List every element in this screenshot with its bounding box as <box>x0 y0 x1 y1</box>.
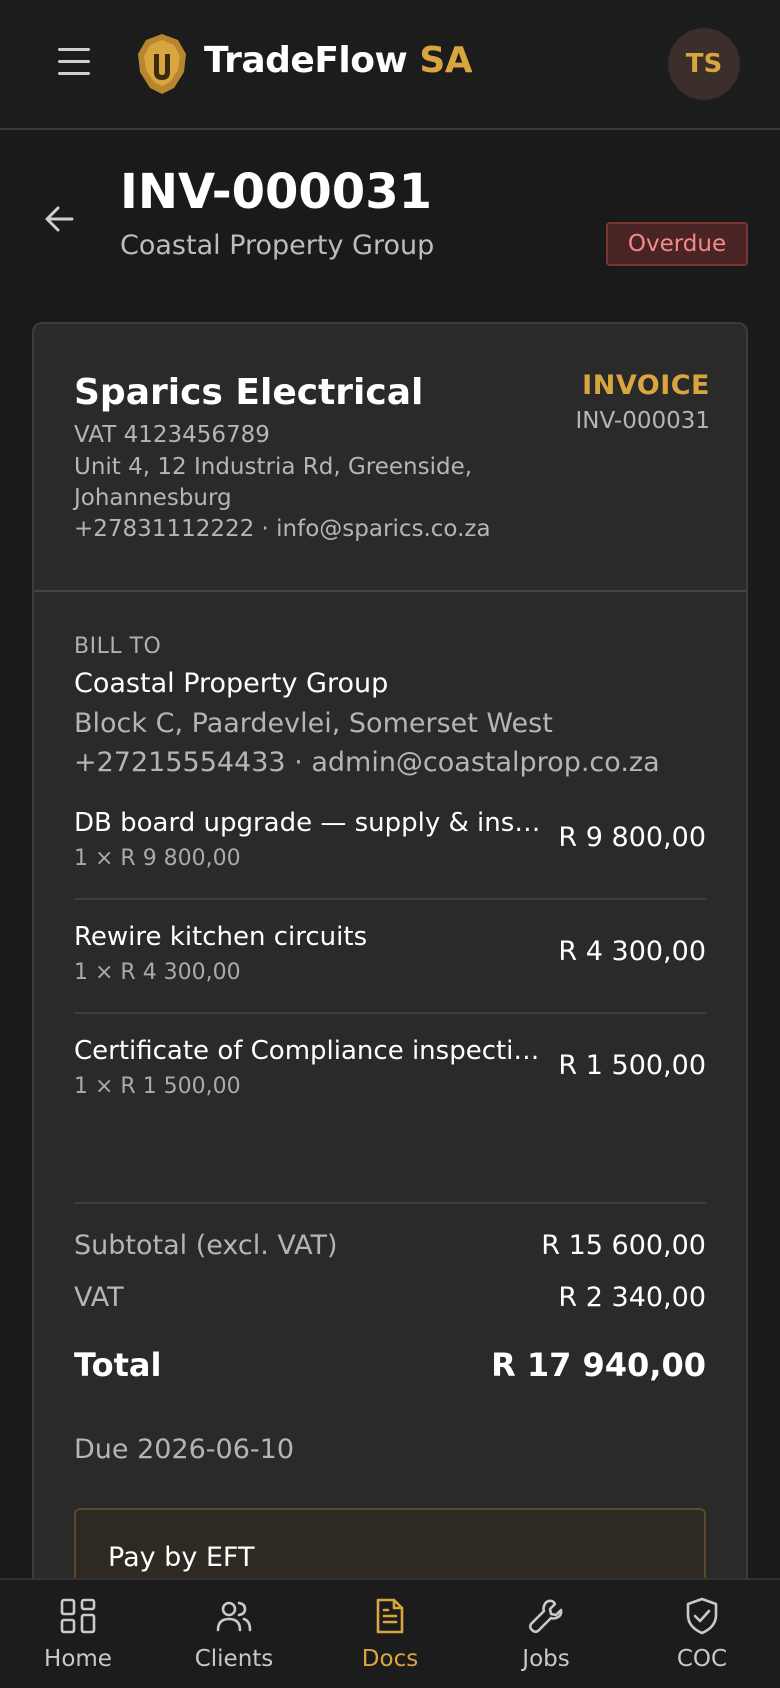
subtotal-row: Subtotal (excl. VAT) R 15 600,00 <box>74 1230 706 1270</box>
company-contact: +27831112222 · info@sparics.co.za <box>74 516 491 542</box>
lion-logo-icon <box>138 34 186 94</box>
nav-item-coc[interactable]: COC <box>624 1580 780 1688</box>
document-number: INV-000031 <box>575 408 710 434</box>
nav-item-jobs[interactable]: Jobs <box>468 1580 624 1688</box>
line-item: DB board upgrade — supply & install 1 × … <box>74 786 706 900</box>
line-item-quantity: 1 × R 4 300,00 <box>74 960 241 985</box>
bill-to-name: Coastal Property Group <box>74 668 389 699</box>
nav-label-home: Home <box>44 1646 112 1672</box>
page-title: INV-000031 <box>120 164 432 220</box>
total-label: Total <box>74 1346 162 1384</box>
nav-item-home[interactable]: Home <box>0 1580 156 1688</box>
avatar[interactable]: TS <box>668 28 740 100</box>
company-name: Sparics Electrical <box>74 372 424 413</box>
line-item: Certificate of Compliance inspection 1 ×… <box>74 1014 706 1128</box>
users-icon <box>216 1601 252 1632</box>
back-arrow-icon[interactable] <box>42 202 76 236</box>
bill-to-address: Block C, Paardevlei, Somerset West <box>74 708 553 739</box>
company-vat: VAT 4123456789 <box>74 422 270 448</box>
nav-label-coc: COC <box>676 1646 728 1672</box>
document-icon <box>376 1598 404 1634</box>
shield-check-icon <box>686 1597 718 1635</box>
due-date: Due 2026-06-10 <box>74 1434 295 1465</box>
line-item-amount: R 9 800,00 <box>558 822 706 853</box>
nav-label-clients: Clients <box>194 1646 274 1672</box>
line-item-description: Certificate of Compliance inspection <box>74 1036 544 1066</box>
nav-item-docs[interactable]: Docs <box>312 1580 468 1688</box>
bottom-nav: Home Clients Docs Jobs COC <box>0 1578 780 1688</box>
vat-value: R 2 340,00 <box>558 1282 706 1313</box>
company-address-line2: Johannesburg <box>74 485 232 511</box>
line-item-quantity: 1 × R 1 500,00 <box>74 1074 241 1099</box>
brand-name: TradeFlow SA <box>204 40 473 81</box>
bill-to-label: BILL TO <box>74 634 162 659</box>
nav-label-jobs: Jobs <box>522 1646 570 1672</box>
brand-main: TradeFlow <box>204 40 408 81</box>
invoice-header: Sparics Electrical VAT 4123456789 Unit 4… <box>34 324 746 592</box>
vat-row: VAT R 2 340,00 <box>74 1282 706 1322</box>
status-badge: Overdue <box>606 222 748 266</box>
vat-label: VAT <box>74 1282 124 1313</box>
invoice-card: Sparics Electrical VAT 4123456789 Unit 4… <box>32 322 748 1688</box>
page-subtitle: Coastal Property Group <box>120 230 435 261</box>
line-item-amount: R 4 300,00 <box>558 936 706 967</box>
line-item-amount: R 1 500,00 <box>558 1050 706 1081</box>
bill-to-contact: +27215554433 · admin@coastalprop.co.za <box>74 747 660 778</box>
app-root: TradeFlow SA TS INV-000031 Coastal Prope… <box>0 0 780 1688</box>
nav-item-clients[interactable]: Clients <box>156 1580 312 1688</box>
line-item-description: DB board upgrade — supply & install <box>74 808 544 838</box>
company-address-line1: Unit 4, 12 Industria Rd, Greenside, <box>74 454 473 480</box>
top-bar: TradeFlow SA TS <box>0 0 780 130</box>
line-item-quantity: 1 × R 9 800,00 <box>74 846 241 871</box>
nav-label-docs: Docs <box>361 1646 419 1672</box>
eft-title: Pay by EFT <box>108 1542 255 1573</box>
total-value: R 17 940,00 <box>491 1346 706 1384</box>
brand-suffix: SA <box>419 40 473 81</box>
subtotal-value: R 15 600,00 <box>541 1230 706 1261</box>
subtotal-label: Subtotal (excl. VAT) <box>74 1230 338 1261</box>
total-row: Total R 17 940,00 <box>74 1346 706 1386</box>
wrench-icon <box>528 1599 563 1634</box>
menu-icon[interactable] <box>58 48 92 78</box>
document-type: INVOICE <box>582 370 710 401</box>
line-item: Rewire kitchen circuits 1 × R 4 300,00 R… <box>74 900 706 1014</box>
line-item-description: Rewire kitchen circuits <box>74 922 368 952</box>
summary-divider <box>74 1202 706 1204</box>
grid-icon <box>60 1598 96 1634</box>
